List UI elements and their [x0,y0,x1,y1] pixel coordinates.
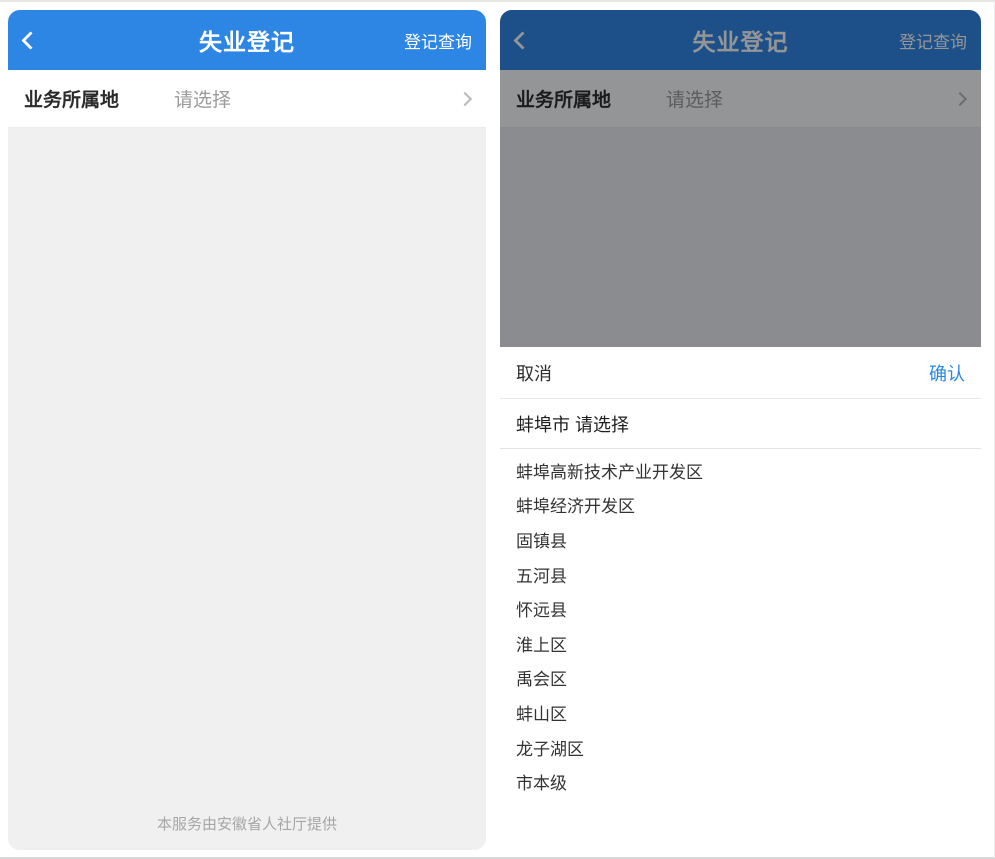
provider-note: 本服务由安徽省人社厅提供 [8,813,486,834]
district-option[interactable]: 淮上区 [500,626,981,661]
district-option[interactable]: 龙子湖区 [500,730,981,765]
screen-form: 失业登记 登记查询 业务所属地 请选择 本服务由安徽省人社厅提供 [8,10,486,850]
screen-picker: 失业登记 登记查询 业务所属地 请选择 取消 确认 蚌埠市 请选择 蚌埠高新技术… [500,10,981,857]
district-picker-sheet: 取消 确认 蚌埠市 请选择 蚌埠高新技术产业开发区 蚌埠经济开发区 固镇县 五河… [500,347,981,857]
cancel-button[interactable]: 取消 [516,360,552,386]
registration-query-button[interactable]: 登记查询 [404,28,472,53]
back-chevron-icon [21,31,39,49]
confirm-button[interactable]: 确认 [929,360,965,386]
district-option[interactable]: 怀远县 [500,591,981,626]
app-header: 失业登记 登记查询 [8,10,486,70]
business-location-placeholder: 请选择 [174,85,231,112]
district-option[interactable]: 市本级 [500,764,981,799]
business-location-label: 业务所属地 [24,85,174,112]
district-option[interactable]: 固镇县 [500,522,981,557]
chevron-right-icon [458,91,472,105]
business-location-row[interactable]: 业务所属地 请选择 [8,70,486,128]
screenshot-pair: 失业登记 登记查询 业务所属地 请选择 本服务由安徽省人社厅提供 失业登记 登记… [0,0,995,859]
district-option[interactable]: 五河县 [500,557,981,592]
district-option[interactable]: 禹会区 [500,661,981,696]
district-option[interactable]: 蚌埠经济开发区 [500,488,981,523]
district-option-list: 蚌埠高新技术产业开发区 蚌埠经济开发区 固镇县 五河县 怀远县 淮上区 禹会区 … [500,449,981,799]
back-button[interactable] [24,26,52,54]
district-option[interactable]: 蚌埠高新技术产业开发区 [500,453,981,488]
picker-selected-path[interactable]: 蚌埠市 请选择 [500,399,981,449]
district-option[interactable]: 蚌山区 [500,695,981,730]
screen-body: 本服务由安徽省人社厅提供 [8,128,486,850]
picker-action-bar: 取消 确认 [500,347,981,399]
